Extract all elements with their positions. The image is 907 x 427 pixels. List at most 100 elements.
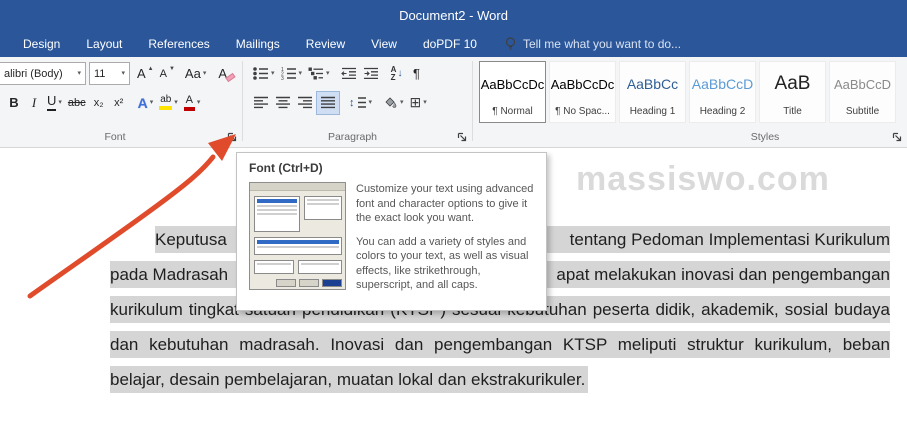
bold-button[interactable]: B (4, 91, 24, 115)
font-name-combobox[interactable]: alibri (Body) ▾ (0, 62, 86, 85)
shading-button[interactable]: ▾ (379, 91, 407, 115)
style-name: ¶ No Spac... (555, 106, 610, 117)
text-highlight-button[interactable]: ab ▾ (156, 91, 181, 115)
subscript-button[interactable]: x₂ (89, 91, 109, 115)
chevron-down-icon: ▾ (298, 70, 303, 77)
shrink-font-button[interactable]: A ▼ (157, 62, 178, 86)
align-left-icon (254, 96, 268, 109)
chevron-down-icon: ▾ (174, 99, 178, 106)
text-effects-button[interactable]: A ▾ (135, 91, 157, 115)
show-formatting-marks-button[interactable]: ¶ (407, 62, 427, 86)
tab-view[interactable]: View (358, 30, 410, 57)
style-card-title[interactable]: AaB Title (759, 61, 826, 123)
font-color-button[interactable]: A ▾ (181, 91, 204, 115)
underline-button[interactable]: U ▾ (44, 91, 65, 115)
style-card-no-spacing[interactable]: AaBbCcDc ¶ No Spac... (549, 61, 616, 123)
window-title: Document2 - Word (399, 7, 508, 23)
thumbnail-titlebar (250, 183, 345, 191)
align-right-icon (298, 96, 312, 109)
style-preview: AaB (774, 73, 811, 94)
down-arrow-icon: ↓ (397, 68, 403, 79)
line-spacing-button[interactable]: ↕ ▾ (346, 91, 375, 115)
bullets-button[interactable]: ▾ (250, 62, 278, 86)
tab-layout[interactable]: Layout (73, 30, 135, 57)
bullet-list-icon (253, 67, 268, 80)
group-separator (472, 61, 473, 141)
numbering-button[interactable]: 1 2 3 ▾ (278, 62, 306, 86)
style-card-heading1[interactable]: AaBbCc Heading 1 (619, 61, 686, 123)
style-card-subtitle[interactable]: AaBbCcD Subtitle (829, 61, 896, 123)
chevron-down-icon: ▾ (58, 99, 62, 106)
styles-dialog-launcher[interactable] (890, 130, 903, 143)
font-size-combobox[interactable]: 11 ▾ (89, 62, 130, 85)
style-preview: AaBbCcDc (550, 76, 615, 92)
font-dialog-launcher[interactable] (225, 130, 238, 143)
change-case-icon: Aa (184, 66, 201, 81)
highlight-icon: ab (159, 95, 173, 110)
grow-font-button[interactable]: A ▲ (134, 62, 157, 86)
tab-design[interactable]: Design (10, 30, 73, 57)
ribbon: alibri (Body) ▾ 11 ▾ A ▲ A ▼ Aa ▾ A B I … (0, 57, 907, 148)
strikethrough-button[interactable]: abc (65, 91, 89, 115)
font-tooltip: Font (Ctrl+D) Customize your text using … (236, 152, 547, 311)
font-dialog-thumbnail (249, 182, 346, 290)
superscript-button[interactable]: x² (109, 91, 129, 115)
style-preview: AaBbCcDc (480, 76, 545, 92)
up-triangle-icon: ▲ (147, 65, 154, 72)
tab-mailings[interactable]: Mailings (223, 30, 293, 57)
font-name-value: alibri (Body) (4, 67, 63, 80)
tell-me-box[interactable]: Tell me what you want to do... (504, 30, 681, 57)
style-name: Subtitle (845, 106, 880, 117)
change-case-button[interactable]: Aa ▾ (182, 62, 209, 86)
title-bar: Document2 - Word (0, 0, 907, 30)
tab-review[interactable]: Review (293, 30, 358, 57)
align-center-icon (276, 96, 290, 109)
chevron-down-icon: ▾ (196, 99, 201, 106)
group-separator (242, 61, 243, 141)
italic-button[interactable]: I (24, 91, 44, 115)
chevron-down-icon: ▾ (202, 70, 207, 77)
multilevel-list-icon (308, 67, 324, 80)
borders-button[interactable]: ⊞ ▾ (407, 91, 430, 115)
align-left-button[interactable] (250, 91, 272, 115)
clear-formatting-button[interactable]: A (215, 62, 238, 86)
chevron-down-icon: ▾ (77, 70, 81, 77)
font-color-icon: A (183, 94, 195, 111)
chevron-down-icon: ▾ (149, 99, 154, 106)
word-window: Document2 - Word Design Layout Reference… (0, 0, 907, 427)
text-line[interactable]: belajar, desain pembelajaran, muatan lok… (110, 366, 589, 393)
italic-icon: I (31, 94, 37, 110)
decrease-indent-button[interactable] (338, 62, 360, 86)
pilcrow-icon: ¶ (413, 66, 421, 81)
tab-references[interactable]: References (135, 30, 222, 57)
sort-az-icon: A Z (390, 64, 397, 82)
tab-dopdf[interactable]: doPDF 10 (410, 30, 490, 57)
watermark: massiswo.com (576, 160, 830, 198)
numbered-list-icon: 1 2 3 (281, 67, 296, 80)
chevron-down-icon: ▾ (121, 70, 125, 77)
shrink-font-icon: A (159, 67, 167, 80)
text-line[interactable]: dan kebutuhan madrasah. Inovasi dan peng… (110, 331, 890, 358)
chevron-down-icon: ▾ (368, 99, 373, 106)
justify-button[interactable] (316, 90, 340, 115)
style-card-heading2[interactable]: AaBbCcD Heading 2 (689, 61, 756, 123)
styles-gallery: AaBbCcDc ¶ Normal AaBbCcDc ¶ No Spac... … (479, 61, 896, 123)
tooltip-title: Font (Ctrl+D) (249, 161, 323, 175)
chevron-down-icon: ▾ (423, 99, 427, 106)
style-name: Title (783, 106, 802, 117)
chevron-down-icon: ▾ (400, 99, 404, 106)
indent-icon (363, 67, 378, 80)
down-triangle-icon: ▼ (168, 65, 175, 72)
align-right-button[interactable] (294, 91, 316, 115)
increase-indent-button[interactable] (360, 62, 382, 86)
align-center-button[interactable] (272, 91, 294, 115)
dialog-launcher-icon (457, 132, 466, 141)
sort-button[interactable]: A Z ↓ (387, 62, 407, 86)
outdent-icon (340, 67, 356, 80)
grow-font-icon: A (137, 66, 146, 81)
multilevel-list-button[interactable]: ▾ (305, 62, 333, 86)
svg-text:3: 3 (281, 76, 284, 80)
style-name: Heading 2 (699, 106, 746, 117)
style-card-normal[interactable]: AaBbCcDc ¶ Normal (479, 61, 546, 123)
paragraph-dialog-launcher[interactable] (455, 130, 468, 143)
